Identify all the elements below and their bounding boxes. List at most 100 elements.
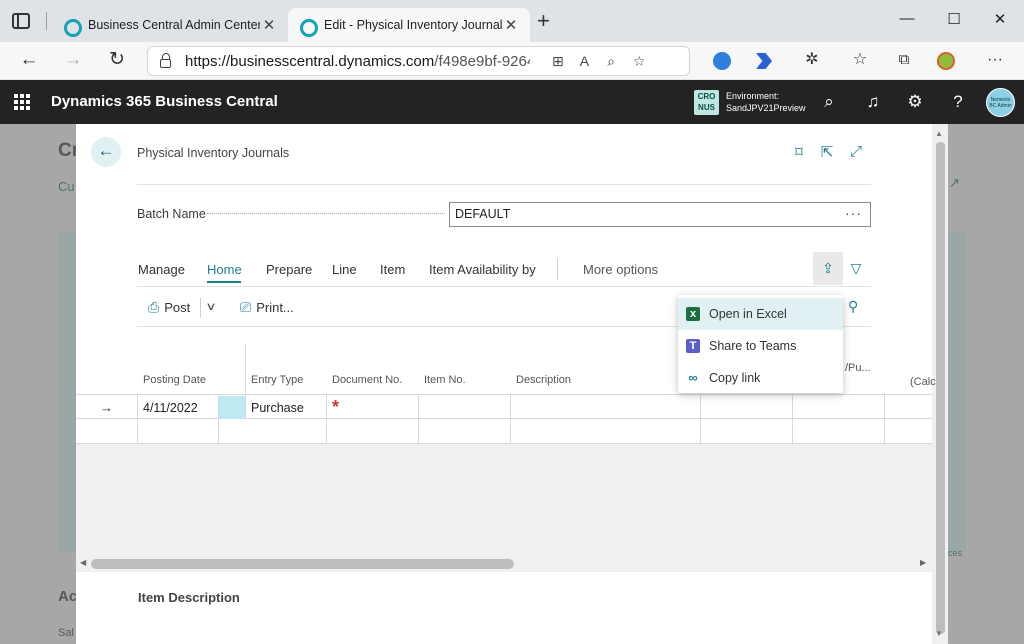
- new-tab-icon[interactable]: +: [537, 10, 550, 32]
- tab-separator: [46, 12, 47, 30]
- tab-home[interactable]: Home: [207, 262, 242, 277]
- scroll-left-icon[interactable]: ◀: [80, 558, 86, 567]
- back-arrow-icon[interactable]: ←: [17, 49, 41, 71]
- help-icon[interactable]: ?: [947, 92, 969, 112]
- open-in-excel-item[interactable]: x Open in Excel: [678, 298, 843, 330]
- settings-more-icon[interactable]: ···: [983, 49, 1007, 71]
- batch-name-label: Batch Name: [137, 207, 206, 221]
- app-header: Dynamics 365 Business Central CRO NUS Env…: [0, 80, 1024, 124]
- active-tab-indicator: [207, 281, 241, 283]
- share-menu: x Open in Excel T Share to Teams ∞ Copy …: [678, 295, 843, 393]
- entry-type-cell[interactable]: Purchase: [251, 401, 304, 415]
- scroll-down-icon[interactable]: ▼: [935, 629, 943, 638]
- posting-date-cell[interactable]: 4/11/2022: [143, 401, 198, 415]
- background-card: [948, 232, 966, 552]
- back-button[interactable]: ←: [91, 137, 121, 167]
- lookup-ellipsis-icon[interactable]: ···: [845, 205, 862, 221]
- tab-prepare[interactable]: Prepare: [266, 262, 312, 277]
- column-header-calc[interactable]: (Calc: [910, 376, 936, 388]
- forward-arrow-icon[interactable]: →: [61, 49, 85, 71]
- favorites-icon[interactable]: ☆: [848, 49, 872, 71]
- background-text: Sal: [58, 627, 74, 639]
- read-aloud-icon[interactable]: A: [580, 53, 589, 69]
- vertical-scroll-thumb[interactable]: [936, 142, 945, 634]
- app-available-icon[interactable]: ⊞: [552, 53, 564, 70]
- tab-admin-center[interactable]: Business Central Admin Center ✕: [52, 8, 288, 42]
- maximize-icon[interactable]: ☐: [944, 10, 964, 28]
- teams-icon: T: [686, 339, 700, 353]
- avatar[interactable]: Nemesio BC Admin: [986, 88, 1015, 117]
- app-launcher-icon[interactable]: [14, 94, 30, 110]
- horizontal-scroll-thumb[interactable]: [91, 559, 514, 569]
- tab-manage[interactable]: Manage: [138, 262, 185, 277]
- menu-divider: [557, 258, 558, 280]
- url-text: https://businesscentral.dynamics.com/f49…: [185, 52, 530, 70]
- column-header-purchase[interactable]: /Pu...: [845, 362, 871, 374]
- row-indicator-arrow-icon: →: [100, 400, 113, 415]
- background-link: Cu: [58, 179, 75, 194]
- extensions-puzzle-icon[interactable]: ✲: [800, 49, 824, 71]
- column-header-posting-date[interactable]: Posting Date: [143, 374, 206, 386]
- share-to-teams-item[interactable]: T Share to Teams: [678, 330, 843, 362]
- selected-cell[interactable]: [219, 396, 245, 419]
- expand-icon: ↗: [949, 175, 960, 190]
- scroll-right-icon[interactable]: ▶: [920, 558, 926, 567]
- table-row[interactable]: [76, 394, 932, 419]
- horizontal-scrollbar[interactable]: ◀ ▶: [76, 556, 932, 572]
- bell-icon[interactable]: ♫: [862, 92, 884, 112]
- extension-globe-icon[interactable]: [713, 52, 731, 70]
- window-close-icon[interactable]: ✕: [990, 10, 1010, 28]
- breadcrumb: Physical Inventory Journals: [137, 146, 290, 160]
- background-heading: Ac: [58, 588, 78, 605]
- close-icon[interactable]: ✕: [502, 16, 520, 34]
- open-new-window-icon[interactable]: ⇱: [817, 143, 837, 161]
- column-header-item-no[interactable]: Item No.: [424, 374, 466, 386]
- chevron-down-icon[interactable]: ∨: [205, 300, 216, 313]
- gear-icon[interactable]: ⚙: [904, 92, 926, 112]
- tab-item[interactable]: Item: [380, 262, 405, 277]
- dynamics-favicon-icon: [298, 17, 318, 37]
- refresh-icon[interactable]: ↻: [105, 49, 129, 71]
- tab-physical-inventory[interactable]: Edit - Physical Inventory Journals ✕: [288, 8, 530, 42]
- add-favorite-icon[interactable]: ☆: [633, 53, 646, 70]
- extension-arrow-icon[interactable]: [756, 53, 772, 69]
- scroll-up-icon[interactable]: ▲: [935, 129, 943, 138]
- filter-icon[interactable]: ▽: [845, 257, 867, 279]
- copy-link-item[interactable]: ∞ Copy link: [678, 362, 843, 394]
- browser-toolbar: ← → ↻ https://businesscentral.dynamics.c…: [0, 42, 1024, 80]
- tab-item-availability[interactable]: Item Availability by: [429, 262, 536, 277]
- expand-icon[interactable]: ⤢: [846, 143, 866, 160]
- zoom-icon[interactable]: ⌕: [607, 53, 615, 70]
- more-options-button[interactable]: More options: [583, 262, 658, 277]
- printer-icon: ⎚: [240, 299, 252, 315]
- browser-tabstrip: Business Central Admin Center ✕ Edit - P…: [0, 0, 1024, 42]
- background-text: ces: [948, 548, 963, 558]
- column-header-description[interactable]: Description: [516, 374, 571, 386]
- column-header-document-no[interactable]: Document No.: [332, 374, 402, 386]
- address-bar[interactable]: https://businesscentral.dynamics.com/f49…: [147, 46, 690, 76]
- lock-icon: [160, 53, 171, 68]
- search-icon[interactable]: ⌕: [818, 92, 840, 112]
- profile-icon[interactable]: [937, 52, 955, 70]
- company-badge[interactable]: CRO NUS: [694, 90, 719, 115]
- post-icon: ⎙: [148, 299, 160, 315]
- grid-empty-area: [76, 444, 932, 556]
- column-divider: [245, 344, 246, 394]
- share-button[interactable]: ⇪: [813, 252, 843, 285]
- column-header-entry-type[interactable]: Entry Type: [251, 374, 303, 386]
- dynamics-favicon-icon: [62, 17, 82, 37]
- pin-icon[interactable]: ⚲: [848, 298, 858, 315]
- collections-icon[interactable]: ⧉: [892, 49, 916, 71]
- workspaces-icon[interactable]: [12, 13, 30, 29]
- header-divider: [137, 184, 871, 185]
- print-button[interactable]: ⎚ Print...: [240, 299, 294, 316]
- tab-line[interactable]: Line: [332, 262, 357, 277]
- bookmark-icon[interactable]: ⌑: [789, 143, 809, 161]
- table-row[interactable]: [76, 419, 932, 444]
- minimize-icon[interactable]: —: [897, 10, 917, 27]
- post-button[interactable]: ⎙ Post: [148, 299, 190, 316]
- link-icon: ∞: [688, 370, 698, 385]
- tab-title: Business Central Admin Center: [88, 18, 260, 32]
- close-icon[interactable]: ✕: [260, 16, 278, 34]
- batch-name-field[interactable]: DEFAULT ···: [449, 202, 871, 227]
